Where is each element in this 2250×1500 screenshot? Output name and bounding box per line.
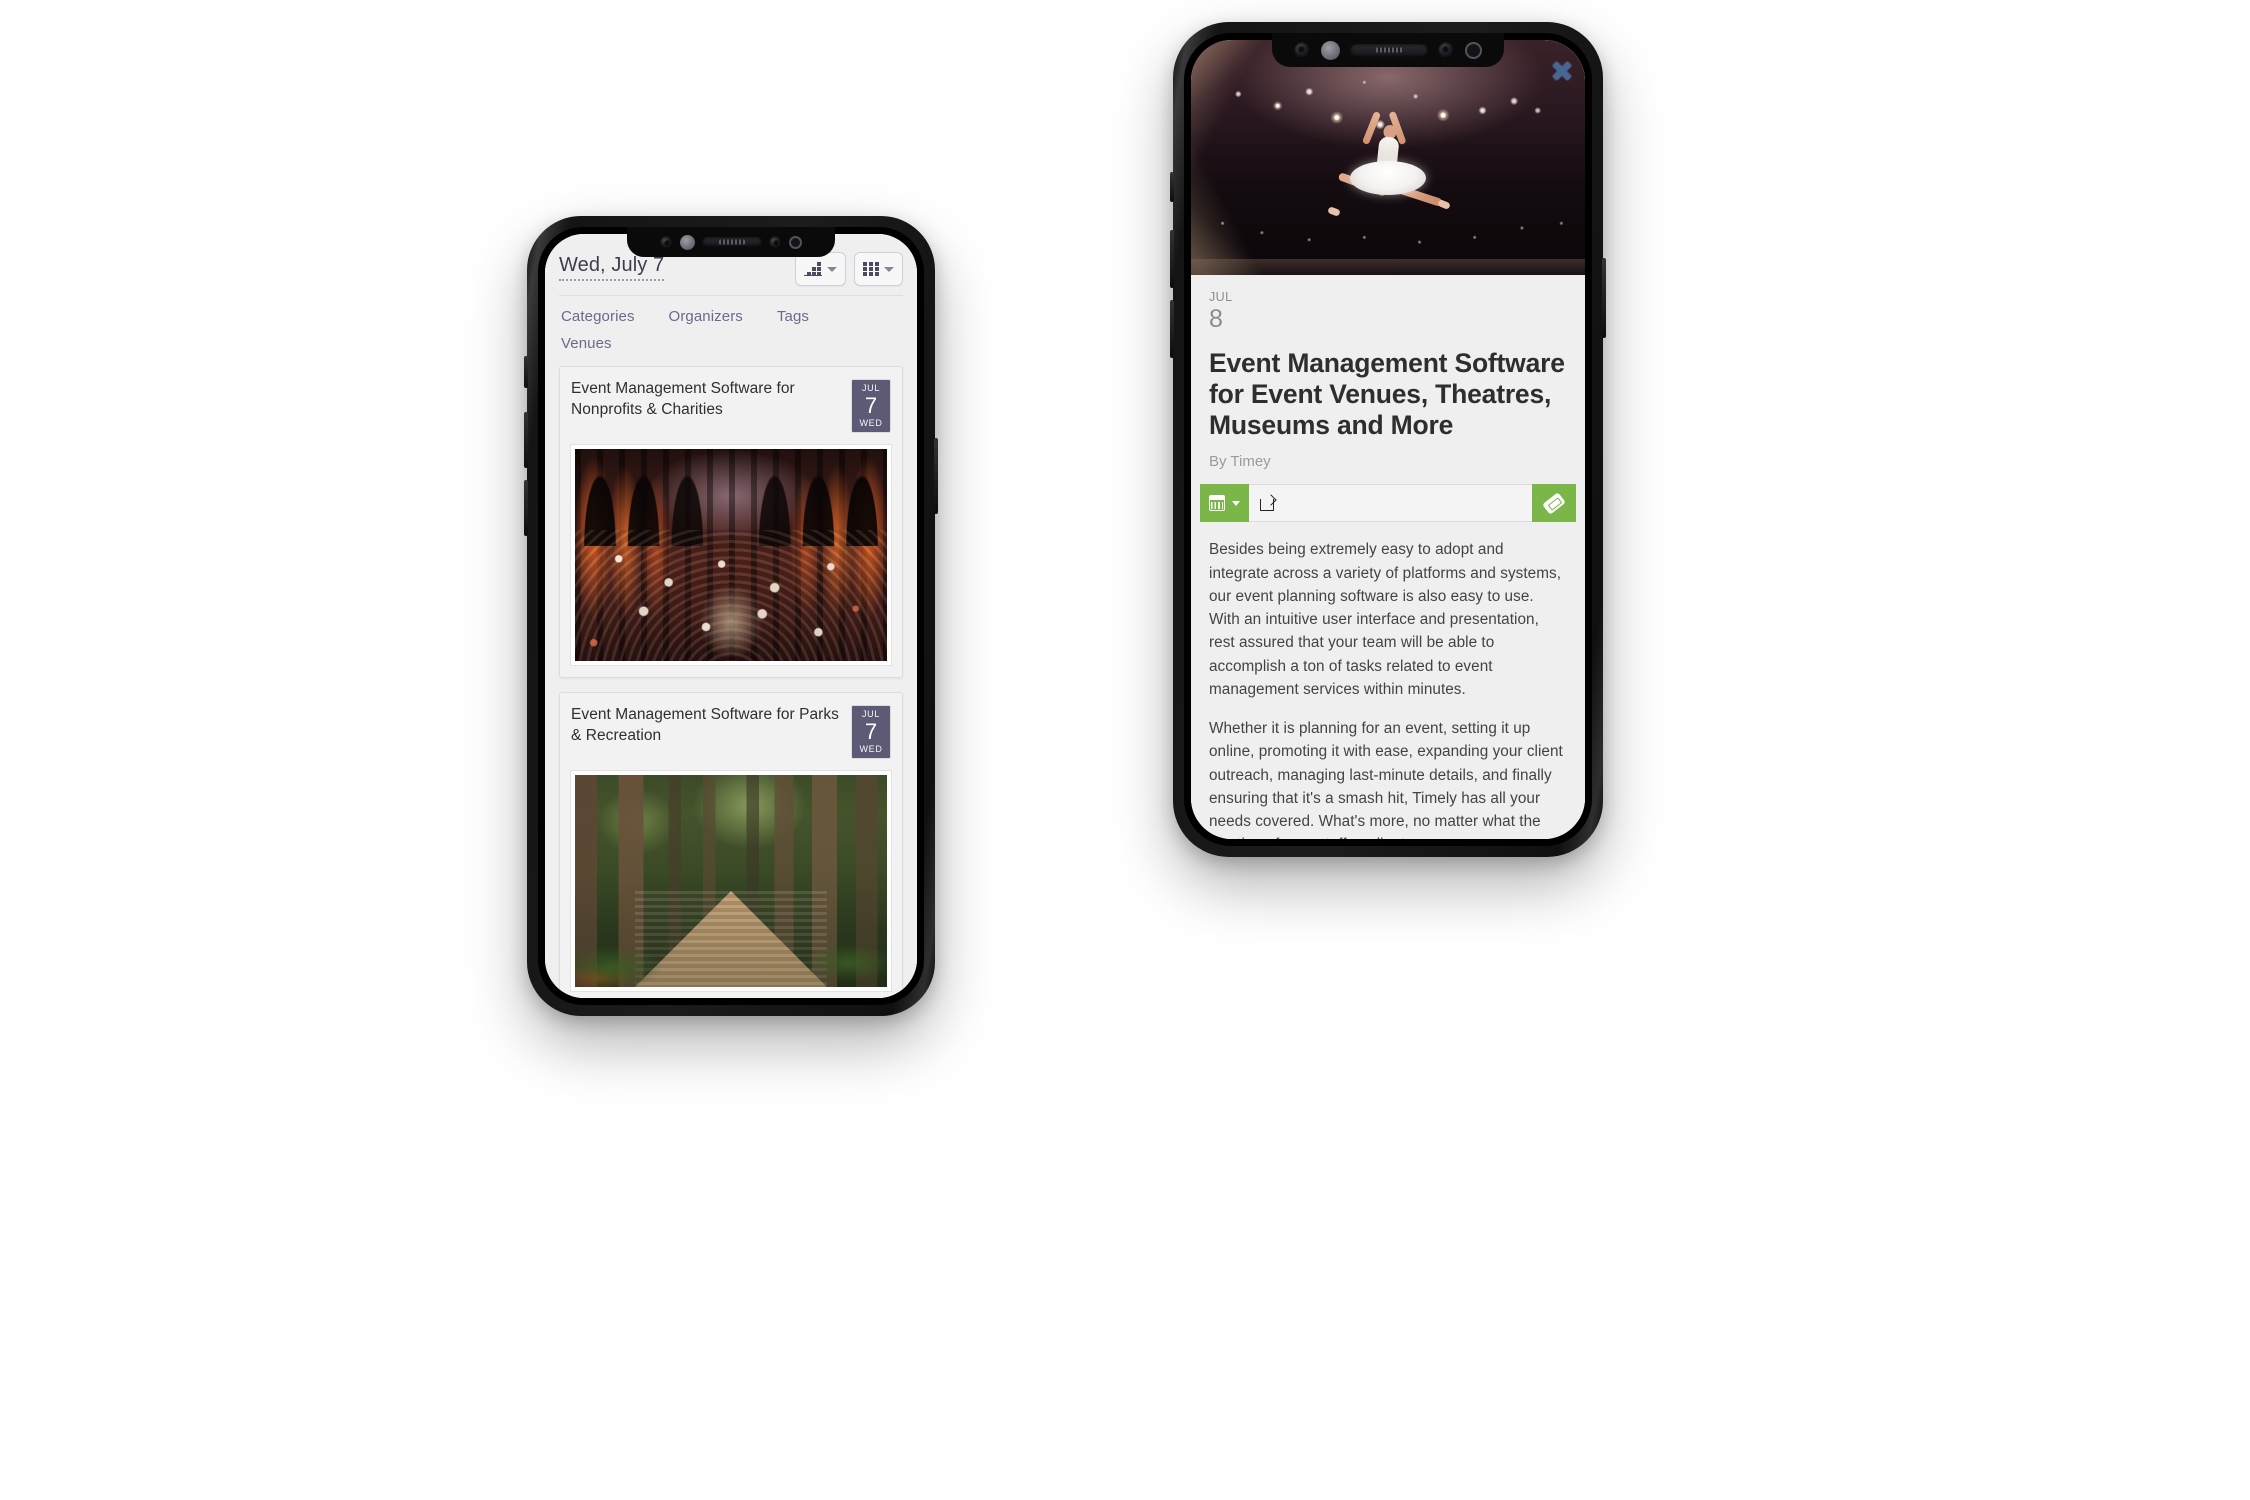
proximity-sensor-icon: [1321, 40, 1340, 60]
agenda-app: Wed, July 7 Categories Organizers Tags V…: [545, 234, 917, 998]
phone-power-button-right: [1602, 258, 1606, 338]
badge-day: 7: [864, 718, 878, 744]
banquet-arches-decoration: [575, 448, 887, 547]
right-phone-notch: [1272, 33, 1504, 67]
add-to-calendar-button[interactable]: [1200, 484, 1249, 523]
description-paragraph: Besides being extremely easy to adopt an…: [1209, 541, 1562, 698]
chevron-down-icon: [827, 266, 837, 272]
badge-day: 7: [864, 392, 878, 418]
grid-view-button[interactable]: [854, 252, 903, 286]
badge-weekday: WED: [859, 417, 883, 428]
share-button[interactable]: [1249, 484, 1532, 523]
event-date: JUL 8: [1191, 275, 1585, 332]
filter-tab-venues[interactable]: Venues: [561, 335, 901, 352]
grid-view-icon: [863, 262, 879, 276]
phone-mute-switch-right: [1170, 172, 1174, 202]
left-phone-bezel: Wed, July 7 Categories Organizers Tags V…: [538, 227, 924, 1005]
phone-volume-up-button-left: [524, 412, 528, 468]
earpiece-speaker-icon: [702, 237, 762, 247]
filter-tab-organizers[interactable]: Organizers: [669, 308, 743, 325]
left-phone-screen: Wed, July 7 Categories Organizers Tags V…: [545, 234, 917, 998]
right-phone-bezel: JUL 8 Event Management Software for Even…: [1184, 33, 1592, 846]
left-phone-mockup: Wed, July 7 Categories Organizers Tags V…: [524, 216, 938, 1016]
event-title[interactable]: Event Management Software for Nonprofits…: [571, 379, 841, 421]
share-icon: [1260, 495, 1277, 512]
ballerina-pointe-shoe: [1327, 205, 1341, 217]
chevron-down-icon: [884, 266, 894, 272]
event-organizer-byline: By Timey: [1209, 453, 1271, 471]
ballerina-left-arm: [1361, 110, 1382, 145]
stage-floor-decoration: [1191, 259, 1585, 275]
phone-volume-down-button-right: [1170, 300, 1174, 358]
event-date-badge: JUL 7 WED: [851, 378, 891, 433]
filter-tab-bar: Categories Organizers Tags Venues: [545, 296, 917, 362]
filter-tab-tags[interactable]: Tags: [777, 308, 809, 325]
front-camera-icon: [1294, 41, 1311, 59]
get-tickets-button[interactable]: [1532, 484, 1576, 523]
event-thumbnail-frame: [570, 769, 892, 992]
badge-month: JUL: [861, 708, 881, 719]
event-card[interactable]: Event Management Software for Parks & Re…: [559, 691, 903, 998]
screenshot-canvas: Wed, July 7 Categories Organizers Tags V…: [0, 0, 2250, 1500]
dot-projector-icon: [1465, 41, 1482, 59]
event-detail-body: JUL 8 Event Management Software for Even…: [1191, 275, 1585, 839]
right-phone-mockup: JUL 8 Event Management Software for Even…: [1170, 22, 1606, 857]
event-list[interactable]: Event Management Software for Nonprofits…: [545, 362, 917, 998]
event-date-badge: JUL 7 WED: [851, 704, 891, 759]
close-icon[interactable]: [1549, 58, 1575, 84]
event-card-header: Event Management Software for Nonprofits…: [560, 367, 902, 444]
agenda-view-icon: [804, 262, 822, 276]
filter-tab-categories[interactable]: Categories: [561, 308, 635, 325]
calendar-icon: [1209, 495, 1225, 512]
phone-volume-down-button-left: [524, 480, 528, 536]
agenda-view-button[interactable]: [795, 252, 846, 286]
boardwalk-path-decoration: [635, 890, 827, 987]
proximity-sensor-icon: [680, 234, 695, 250]
left-phone-notch: [627, 227, 835, 257]
event-date-month: JUL: [1209, 290, 1233, 304]
event-card[interactable]: Event Management Software for Nonprofits…: [559, 365, 903, 678]
forest-boardwalk-photo[interactable]: [575, 774, 887, 987]
event-description: Besides being extremely easy to adopt an…: [1191, 522, 1585, 839]
description-paragraph: Whether it is planning for an event, set…: [1209, 720, 1563, 839]
event-date-day: 8: [1209, 305, 1223, 334]
banquet-hall-photo[interactable]: [575, 448, 887, 661]
front-camera-icon: [660, 235, 673, 249]
event-title[interactable]: Event Management Software for Parks & Re…: [571, 705, 841, 747]
event-detail-app: JUL 8 Event Management Software for Even…: [1191, 40, 1585, 839]
infrared-camera-icon: [1438, 41, 1455, 59]
ballerina-on-stage-photo: [1191, 40, 1585, 275]
infrared-camera-icon: [769, 235, 782, 249]
view-switcher: [795, 252, 903, 286]
event-card-header: Event Management Software for Parks & Re…: [560, 693, 902, 770]
badge-weekday: WED: [859, 743, 883, 754]
dot-projector-icon: [789, 235, 802, 249]
event-action-bar: [1200, 484, 1576, 523]
chevron-down-icon: [1232, 500, 1240, 506]
phone-volume-up-button-right: [1170, 230, 1174, 288]
phone-volume-button-left: [524, 356, 528, 388]
right-phone-screen: JUL 8 Event Management Software for Even…: [1191, 40, 1585, 839]
badge-month: JUL: [861, 382, 881, 393]
phone-power-button-left: [934, 438, 938, 514]
earpiece-speaker-icon: [1350, 43, 1428, 57]
event-detail-title: Event Management Software for Event Venu…: [1209, 348, 1565, 441]
event-thumbnail-frame: [570, 443, 892, 666]
ticket-icon: [1542, 492, 1566, 515]
ballerina-figure: [1327, 89, 1451, 239]
ballerina-tutu: [1350, 160, 1426, 195]
current-date-label[interactable]: Wed, July 7: [559, 254, 665, 281]
